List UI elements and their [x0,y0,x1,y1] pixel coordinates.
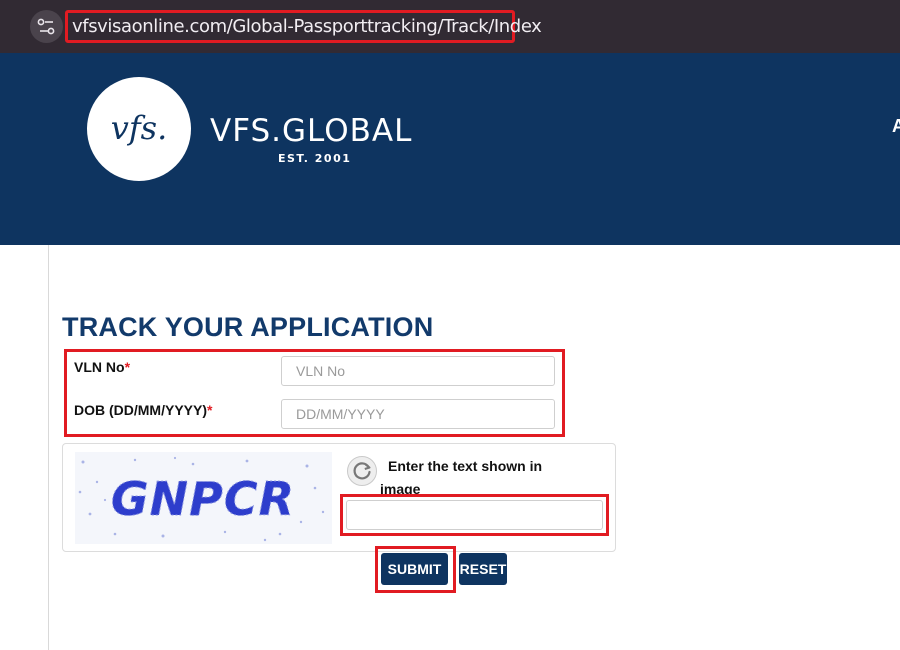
dob-label-text: DOB (DD/MM/YYYY) [74,402,207,418]
browser-address-bar: vfsvisaonline.com/Global-Passporttrackin… [0,0,900,53]
tune-icon[interactable] [30,10,63,43]
captcha-text: GNPCR [111,472,295,526]
submit-button[interactable]: SUBMIT [381,553,448,585]
refresh-icon[interactable] [346,455,378,487]
brand-name: VFS.GLOBAL [210,113,413,149]
captcha-input[interactable] [346,500,603,530]
brand-established: EST. 2001 [278,152,352,165]
url-field[interactable]: vfsvisaonline.com/Global-Passporttrackin… [65,10,542,43]
captcha-image: GNPCR [75,452,332,544]
page-title: TRACK YOUR APPLICATION [62,312,434,342]
vln-label-text: VLN No [74,359,125,375]
vln-input[interactable] [281,356,555,386]
vfs-logo[interactable]: vfs. [87,77,191,181]
reset-button[interactable]: RESET [459,553,507,585]
required-marker: * [207,402,213,418]
dob-label: DOB (DD/MM/YYYY)* [74,402,212,418]
dob-input[interactable] [281,399,555,429]
vln-label: VLN No* [74,359,130,375]
content-divider [48,245,49,650]
required-marker: * [124,359,131,375]
nav-item-partial[interactable]: A [892,116,900,137]
logo-mark-text: vfs. [111,109,168,147]
